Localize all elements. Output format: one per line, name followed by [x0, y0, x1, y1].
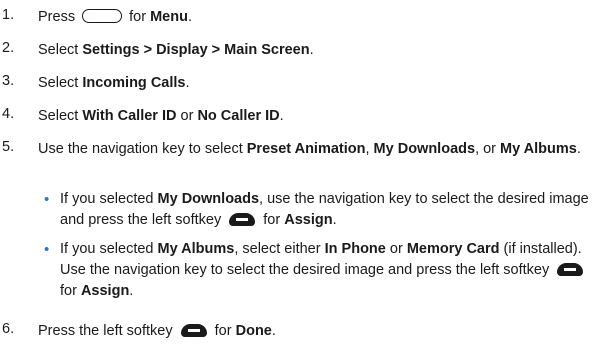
- step-punct: ,: [365, 141, 370, 157]
- step-text: Select Settings > Display > Main Screen.: [38, 40, 590, 61]
- bullet-icon: •: [44, 241, 50, 258]
- step-term: No Caller ID: [197, 108, 280, 124]
- softkey-icon: [180, 324, 207, 337]
- step-punct: .: [309, 42, 314, 58]
- step-text: Select With Caller ID or No Caller ID.: [38, 106, 590, 127]
- sub-item-downloads: • If you selected My Downloads, use the …: [44, 189, 590, 231]
- sub-term: Assign: [284, 212, 333, 228]
- step-term: Menu: [150, 9, 188, 25]
- step-text-pre: Select: [38, 42, 79, 58]
- step-number: 4.: [2, 106, 15, 122]
- menu-key-icon: [82, 9, 123, 23]
- step-term: Incoming Calls: [82, 75, 186, 91]
- step-text-mid: for: [129, 9, 147, 25]
- softkey-icon: [557, 263, 584, 276]
- step-text-pre: Select: [38, 75, 79, 91]
- step-term: My Albums: [500, 141, 577, 157]
- step-number: 2.: [2, 40, 15, 56]
- step-punct: .: [576, 141, 581, 157]
- sub-text-mid: for: [263, 212, 281, 228]
- sub-text: or: [389, 241, 403, 257]
- step-text: Press for Menu.: [38, 7, 590, 28]
- step-term: Done: [235, 323, 272, 339]
- step-text: Select Incoming Calls.: [38, 73, 590, 94]
- step-number: 3.: [2, 73, 15, 89]
- step-term: My Downloads: [373, 141, 476, 157]
- sub-term: Memory Card: [406, 241, 500, 257]
- step-punct: .: [185, 75, 190, 91]
- step-number: 1.: [2, 7, 15, 23]
- sub-text-pre: If you selected: [60, 241, 154, 257]
- sub-punct: .: [129, 283, 134, 299]
- sub-item-albums: • If you selected My Albums, select eith…: [44, 239, 590, 302]
- step-text-mid: or: [180, 108, 194, 124]
- step-punct: .: [187, 9, 192, 25]
- bullet-icon: •: [44, 191, 50, 208]
- step-text: Press the left softkey for Done.: [38, 321, 590, 342]
- step-text-pre: Press: [38, 9, 76, 25]
- sub-term: Assign: [80, 283, 130, 299]
- sub-text: , select either: [234, 241, 321, 257]
- step-text-pre: Select: [38, 108, 79, 124]
- step-text-mid: for: [214, 323, 232, 339]
- softkey-icon: [229, 213, 256, 226]
- step-term: With Caller ID: [82, 108, 177, 124]
- sub-term: In Phone: [324, 241, 386, 257]
- sub-term: My Downloads: [157, 191, 260, 207]
- sub-text-pre: If you selected: [60, 191, 154, 207]
- step-term: Settings > Display > Main Screen: [82, 42, 310, 58]
- step-text: Use the navigation key to select Preset …: [38, 139, 590, 160]
- sub-term: My Albums: [157, 241, 235, 257]
- step-number: 6.: [2, 321, 15, 337]
- sub-punct: .: [332, 212, 337, 228]
- step-text-pre: Use the navigation key to select: [38, 141, 243, 157]
- step-text-pre: Press the left softkey: [38, 323, 173, 339]
- step-punct: , or: [475, 141, 497, 157]
- step-number: 5.: [2, 139, 15, 155]
- step-punct: .: [271, 323, 276, 339]
- step-term: Preset Animation: [246, 141, 366, 157]
- sub-text-mid: for: [60, 283, 77, 299]
- step-punct: .: [279, 108, 284, 124]
